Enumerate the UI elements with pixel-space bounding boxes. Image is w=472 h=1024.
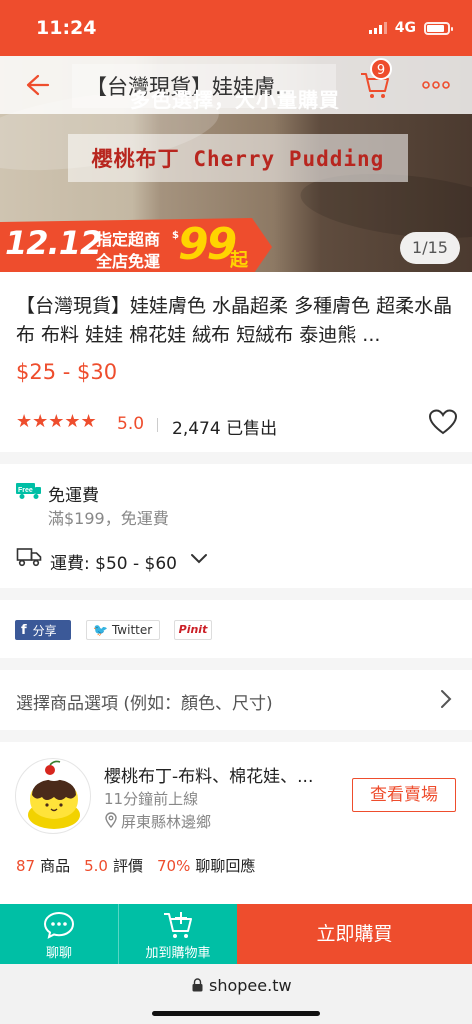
shipping-fee[interactable]: 運費: $50 - $60 [50,549,177,574]
product-title: 【台灣現貨】娃娃膚色 水晶超柔 多種膚色 超柔水晶布 布料 娃娃 棉花娃 絨布 … [16,295,453,346]
twitter-icon: 🐦 [93,623,108,637]
sold-count: 2,474 已售出 [172,419,278,439]
facebook-share-button[interactable]: f 分享 [15,620,71,640]
facebook-icon: f [21,622,27,638]
signal-icon [368,22,387,34]
home-indicator[interactable] [152,1011,320,1016]
promo-line1: 指定超商 [96,230,161,249]
add-cart-icon [164,912,192,938]
action-bar: 聊聊 加到購物車 立即購買 [0,904,472,964]
shop-card: 櫻桃布丁-布料、棉花娃、... 11分鐘前上線 屏東縣林邊鄉 查看賣場 87 商品… [0,742,472,904]
product-page: 11:24 4G 【台灣現貨】娃娃膚... 多色選擇，大小量購買 9 櫻桃布丁 … [0,0,472,1024]
shop-last-online: 11分鐘前上線 [104,790,199,808]
status-indicators: 4G [368,20,453,36]
twitter-share-label: Twitter [111,623,153,637]
more-options-icon[interactable] [420,72,452,98]
free-shipping-title: 免運費 [48,486,99,506]
url-text: shopee.tw [209,976,292,995]
cart-count-badge: 9 [370,58,392,80]
view-shop-button[interactable]: 查看賣場 [352,778,456,812]
chevron-down-icon[interactable] [190,552,208,566]
promo-line2: 全店免運 [96,252,161,271]
add-to-cart-label: 加到購物車 [145,946,211,961]
divider [157,418,158,432]
browser-url-bar[interactable]: shopee.tw [0,964,472,1024]
promo-badge: 12.12 指定超商 全店免運 $ 99 起 [0,218,272,276]
free-shipping-condition: 滿$199，免運費 [48,509,169,528]
free-badge-text: Free [18,487,33,494]
status-bar: 11:24 4G [0,0,472,56]
chevron-right-icon [441,690,452,708]
promo-unit: 起 [230,250,248,271]
free-shipping-icon: Free [16,483,41,499]
image-overlay-text: 多色選擇，大小量購買 [130,88,340,112]
status-time: 11:24 [36,17,97,39]
buy-now-button[interactable]: 立即購買 [237,904,472,964]
chat-label: 聊聊 [45,946,72,961]
product-price: $25 - $30 [16,360,118,384]
add-to-cart-button[interactable]: 加到購物車 [118,904,237,964]
shipping-section: Free 免運費 滿$199，免運費 運費: $50 - $60 [0,464,472,588]
back-arrow-icon[interactable] [18,68,52,102]
stat-products: 87 商品 [16,857,71,875]
stat-chat-response: 70% 聊聊回應 [156,857,256,875]
promo-amount: 99 [178,219,237,270]
twitter-share-button[interactable]: 🐦 Twitter [86,620,160,640]
top-navigation: 【台灣現貨】娃娃膚... 多色選擇，大小量購買 9 [0,56,472,114]
pinterest-share-button[interactable]: Pinit [174,620,212,640]
chat-icon [43,911,75,939]
rating-value: 5.0 [117,414,145,434]
promo-date: 12.12 [5,224,102,262]
brand-banner: 櫻桃布丁 Cherry Pudding [68,134,408,182]
location-pin-icon [105,812,117,828]
truck-icon [16,548,42,567]
heart-icon[interactable] [428,408,458,436]
shop-name[interactable]: 櫻桃布丁-布料、棉花娃、... [104,762,334,787]
facebook-share-label: 分享 [32,623,57,638]
shop-location: 屏東縣林邊鄉 [121,813,212,831]
battery-icon [424,21,453,35]
share-section: f 分享 🐦 Twitter Pinit [0,600,472,658]
shop-avatar[interactable] [15,758,91,834]
pudding-logo-icon [28,760,80,829]
chat-button[interactable]: 聊聊 [0,904,118,964]
shop-stats: 87 商品 5.0 評價 70% 聊聊回應 [16,855,255,876]
image-counter: 1/15 [400,232,460,264]
variant-selector-label: 選擇商品選項 (例如：顏色、尺寸) [16,694,273,714]
product-info: 【台灣現貨】娃娃膚色 水晶超柔 多種膚色 超柔水晶布 布料 娃娃 棉花娃 絨布 … [0,272,472,452]
lock-icon [192,978,203,992]
stat-rating: 5.0 評價 [84,857,143,875]
variant-selector[interactable]: 選擇商品選項 (例如：顏色、尺寸) [0,670,472,730]
network-label: 4G [394,20,416,36]
rating-stars: ★★★★★ [16,411,97,432]
